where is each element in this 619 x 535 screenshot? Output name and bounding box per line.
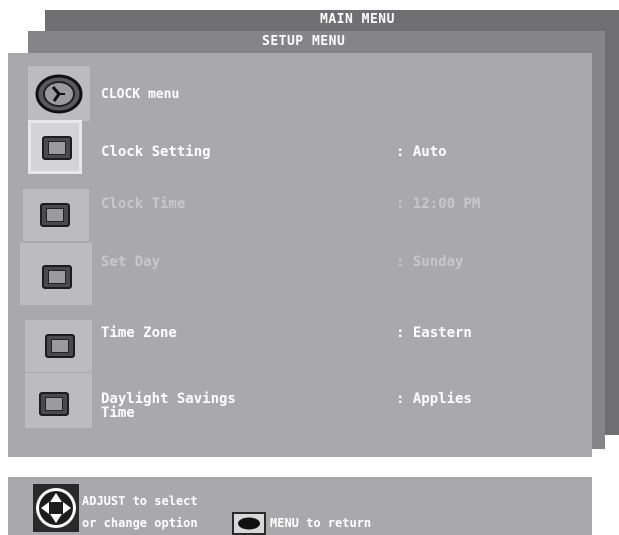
daylight-savings-value[interactable]: : Applies xyxy=(396,392,472,406)
dpad-icon xyxy=(33,484,79,532)
time-zone-label[interactable]: Time Zone xyxy=(101,326,177,340)
clock-time-value: : 12:00 PM xyxy=(396,196,481,212)
clock-time-label: Clock Time xyxy=(101,196,186,212)
option-button-icon xyxy=(42,265,72,289)
clock-setting-label[interactable]: Clock Setting xyxy=(101,145,211,159)
main-menu-title: MAIN MENU xyxy=(320,12,395,27)
daylight-savings-label[interactable]: Daylight Savings Time xyxy=(101,392,236,420)
adjust-hint: ADJUST to select xyxy=(82,494,198,508)
clock-icon xyxy=(35,74,83,114)
option-button-icon xyxy=(42,136,72,160)
clock-time-icon-box xyxy=(23,189,89,241)
daylight-savings-icon-box[interactable] xyxy=(25,373,92,428)
option-button-icon xyxy=(45,334,75,358)
option-button-icon xyxy=(40,203,70,227)
menu-button-icon xyxy=(232,512,266,535)
set-day-label: Set Day xyxy=(101,254,161,270)
clock-setting-value[interactable]: : Auto xyxy=(396,145,447,159)
clock-setting-icon-box[interactable] xyxy=(28,120,82,174)
time-zone-value[interactable]: : Eastern xyxy=(396,326,472,340)
clock-menu-title: CLOCK menu xyxy=(101,87,180,102)
menu-return-hint: MENU to return xyxy=(270,516,372,530)
time-zone-icon-box[interactable] xyxy=(25,320,92,372)
clock-icon-box xyxy=(28,66,90,121)
set-day-icon-box xyxy=(20,243,92,305)
setup-menu-title: SETUP MENU xyxy=(262,34,346,49)
option-button-icon xyxy=(39,392,69,416)
set-day-value: : Sunday xyxy=(396,254,464,270)
change-option-hint: or change option xyxy=(82,516,198,530)
clock-menu-panel xyxy=(8,53,592,457)
